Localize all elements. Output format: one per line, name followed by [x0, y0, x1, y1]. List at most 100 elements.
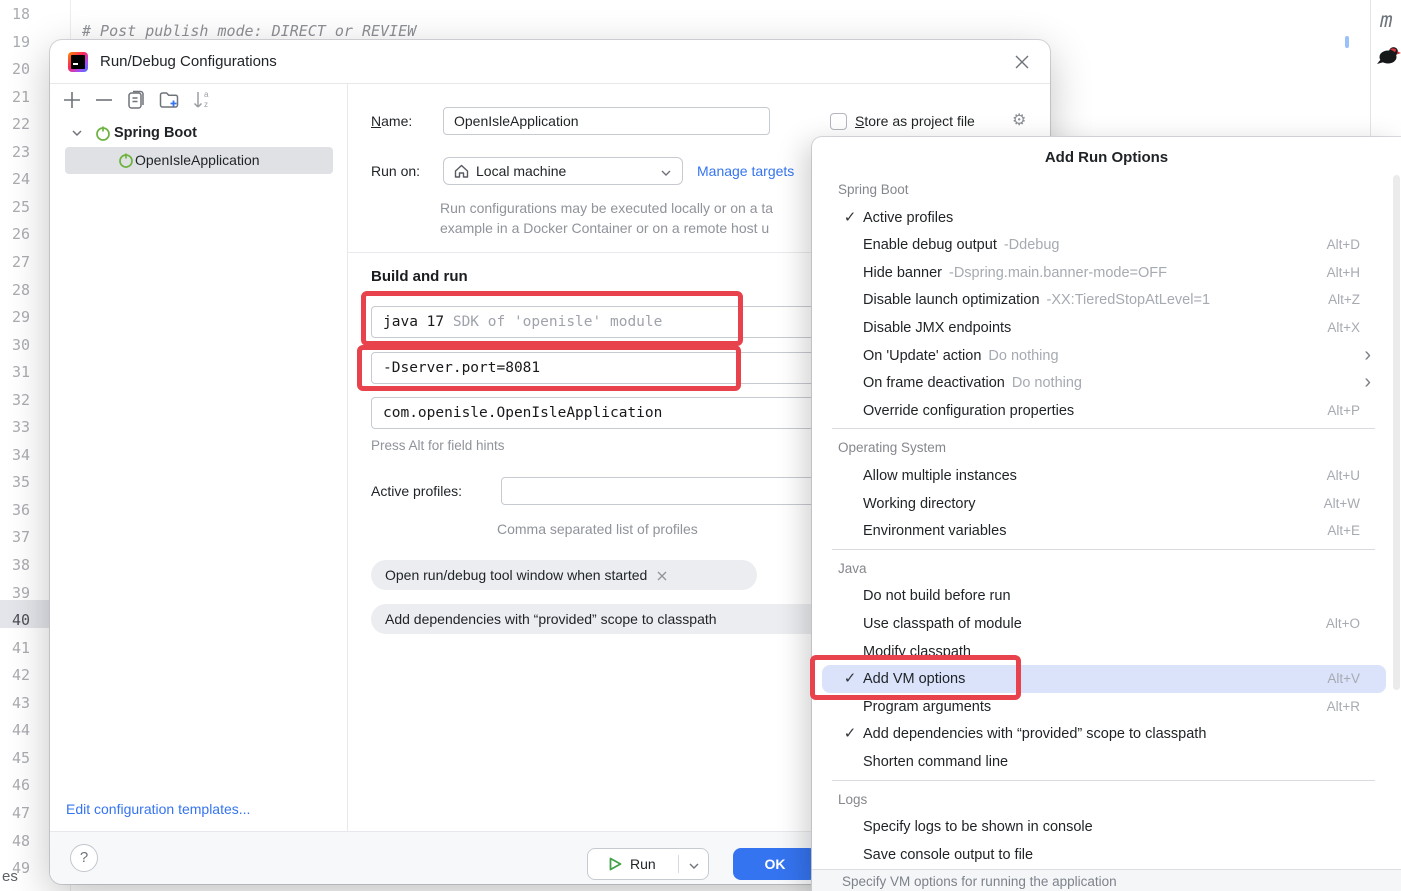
- line-number: 45: [12, 746, 30, 770]
- menu-item-text: Working directory: [863, 490, 976, 518]
- menu-item[interactable]: On 'Update' actionDo nothing›: [812, 342, 1401, 370]
- menu-item-label: Active profiles: [863, 210, 953, 226]
- store-as-project-file-checkbox[interactable]: [830, 113, 847, 130]
- menu-item-label: Program arguments: [863, 699, 991, 715]
- menu-item-shortcut: Alt+V: [1327, 665, 1360, 693]
- menu-item[interactable]: Environment variablesAlt+E: [812, 517, 1401, 545]
- sort-alphabetically-icon[interactable]: az: [190, 88, 214, 112]
- menu-item-shortcut: Alt+X: [1327, 314, 1360, 342]
- popup-menu-list: Spring Boot✓Active profilesEnable debug …: [812, 137, 1401, 891]
- spring-boot-icon: [94, 124, 112, 147]
- gear-icon[interactable]: ⚙: [1012, 112, 1026, 130]
- menu-item-label: On 'Update' action: [863, 348, 981, 364]
- menu-item-shortcut: Alt+D: [1327, 231, 1360, 259]
- menu-item-label: Shorten command line: [863, 754, 1008, 770]
- copy-configuration-icon[interactable]: [124, 88, 148, 112]
- menu-item[interactable]: Disable launch optimization-XX:TieredSto…: [812, 286, 1401, 314]
- popup-scrollbar[interactable]: [1393, 175, 1400, 690]
- menu-item[interactable]: ✓Active profiles: [812, 204, 1401, 232]
- spring-boot-icon: [117, 151, 135, 174]
- run-on-hint-line1: Run configurations may be executed local…: [440, 200, 820, 216]
- menu-item-text: Active profiles: [863, 204, 953, 232]
- menu-section-header: Operating System: [838, 434, 946, 462]
- line-number: 22: [12, 112, 30, 136]
- tree-group-row[interactable]: Spring Boot: [50, 120, 347, 146]
- menu-item-label: Use classpath of module: [863, 616, 1022, 632]
- line-number: 48: [12, 829, 30, 853]
- run-on-hint-line2: example in a Docker Container or on a re…: [440, 220, 820, 236]
- tag-label: Add dependencies with “provided” scope t…: [385, 611, 717, 627]
- menu-item[interactable]: Specify logs to be shown in console: [812, 813, 1401, 841]
- menu-item-label: Hide banner: [863, 265, 942, 281]
- menu-item-shortcut: Alt+O: [1326, 610, 1360, 638]
- menu-item-text: Save console output to file: [863, 841, 1033, 869]
- name-input[interactable]: OpenIsleApplication: [443, 107, 770, 135]
- close-icon[interactable]: [1010, 50, 1034, 74]
- menu-item-shortcut: Alt+W: [1324, 490, 1360, 518]
- run-button[interactable]: Run: [587, 848, 709, 880]
- line-number: 44: [12, 718, 30, 742]
- line-number: 35: [12, 470, 30, 494]
- config-list-toolbar: az: [50, 84, 347, 116]
- check-icon: ✓: [840, 204, 860, 232]
- menu-item-label: Specify logs to be shown in console: [863, 819, 1093, 835]
- ok-button[interactable]: OK: [733, 848, 817, 880]
- line-number: 21: [12, 85, 30, 109]
- menu-item[interactable]: Save console output to file: [812, 841, 1401, 869]
- menu-item-label: Allow multiple instances: [863, 468, 1017, 484]
- help-button[interactable]: ?: [70, 844, 98, 872]
- line-number: 26: [12, 222, 30, 246]
- menu-item[interactable]: Hide banner-Dspring.main.banner-mode=OFF…: [812, 259, 1401, 287]
- line-number: 29: [12, 305, 30, 329]
- menu-item-hint: Do nothing: [1012, 375, 1082, 391]
- new-folder-icon[interactable]: [157, 88, 181, 112]
- menu-item[interactable]: Do not build before run: [812, 582, 1401, 610]
- line-number: 20: [12, 57, 30, 81]
- run-on-dropdown[interactable]: Local machine: [443, 157, 683, 185]
- remove-tag-icon[interactable]: [657, 561, 667, 590]
- chevron-down-icon[interactable]: [68, 124, 86, 147]
- menu-item-hint: -Ddebug: [1004, 237, 1060, 253]
- line-number: 47: [12, 801, 30, 825]
- menu-item[interactable]: Enable debug output-DdebugAlt+D: [812, 231, 1401, 259]
- svg-text:z: z: [204, 100, 208, 109]
- editor-partial-text: es: [2, 868, 18, 885]
- run-on-value: Local machine: [476, 158, 566, 184]
- remove-configuration-icon[interactable]: [92, 88, 116, 112]
- menu-item-text: On frame deactivationDo nothing: [863, 369, 1082, 397]
- menu-item-text: Hide banner-Dspring.main.banner-mode=OFF: [863, 259, 1167, 287]
- chevron-down-icon[interactable]: [688, 859, 700, 877]
- add-configuration-icon[interactable]: [60, 88, 84, 112]
- dialog-titlebar: Run/Debug Configurations: [50, 40, 1050, 84]
- line-number: 18: [12, 2, 30, 26]
- tag-open-tool-window[interactable]: Open run/debug tool window when started: [371, 560, 757, 590]
- right-pane-code-text: m: [1380, 8, 1393, 32]
- line-number: 39: [12, 581, 30, 605]
- menu-separator: [832, 428, 1375, 429]
- menu-item-label: Disable JMX endpoints: [863, 320, 1011, 336]
- line-number: 19: [12, 30, 30, 54]
- menu-item-text: Environment variables: [863, 517, 1006, 545]
- manage-targets-link[interactable]: Manage targets: [697, 157, 794, 185]
- line-number: 32: [12, 388, 30, 412]
- line-number: 23: [12, 140, 30, 164]
- menu-item[interactable]: Disable JMX endpoints Alt+X: [812, 314, 1401, 342]
- menu-item[interactable]: Allow multiple instancesAlt+U: [812, 462, 1401, 490]
- menu-item[interactable]: Override configuration propertiesAlt+P: [812, 397, 1401, 425]
- menu-item-label: Environment variables: [863, 523, 1006, 539]
- menu-item[interactable]: Working directory Alt+W: [812, 490, 1401, 518]
- line-number: 30: [12, 333, 30, 357]
- menu-item-text: Specify logs to be shown in console: [863, 813, 1093, 841]
- menu-item-text: Use classpath of module: [863, 610, 1022, 638]
- menu-item-text: Shorten command line: [863, 748, 1008, 776]
- edit-configuration-templates-link[interactable]: Edit configuration templates...: [66, 795, 250, 823]
- line-number: 27: [12, 250, 30, 274]
- menu-item-hint: -XX:TieredStopAtLevel=1: [1047, 292, 1211, 308]
- menu-item[interactable]: On frame deactivationDo nothing›: [812, 369, 1401, 397]
- line-number: 38: [12, 553, 30, 577]
- check-icon: ✓: [840, 720, 860, 748]
- menu-item[interactable]: Shorten command line: [812, 748, 1401, 776]
- tree-selected-row[interactable]: OpenIsleApplication: [65, 147, 333, 174]
- menu-item[interactable]: Use classpath of module Alt+O: [812, 610, 1401, 638]
- menu-item[interactable]: ✓Add dependencies with “provided” scope …: [812, 720, 1401, 748]
